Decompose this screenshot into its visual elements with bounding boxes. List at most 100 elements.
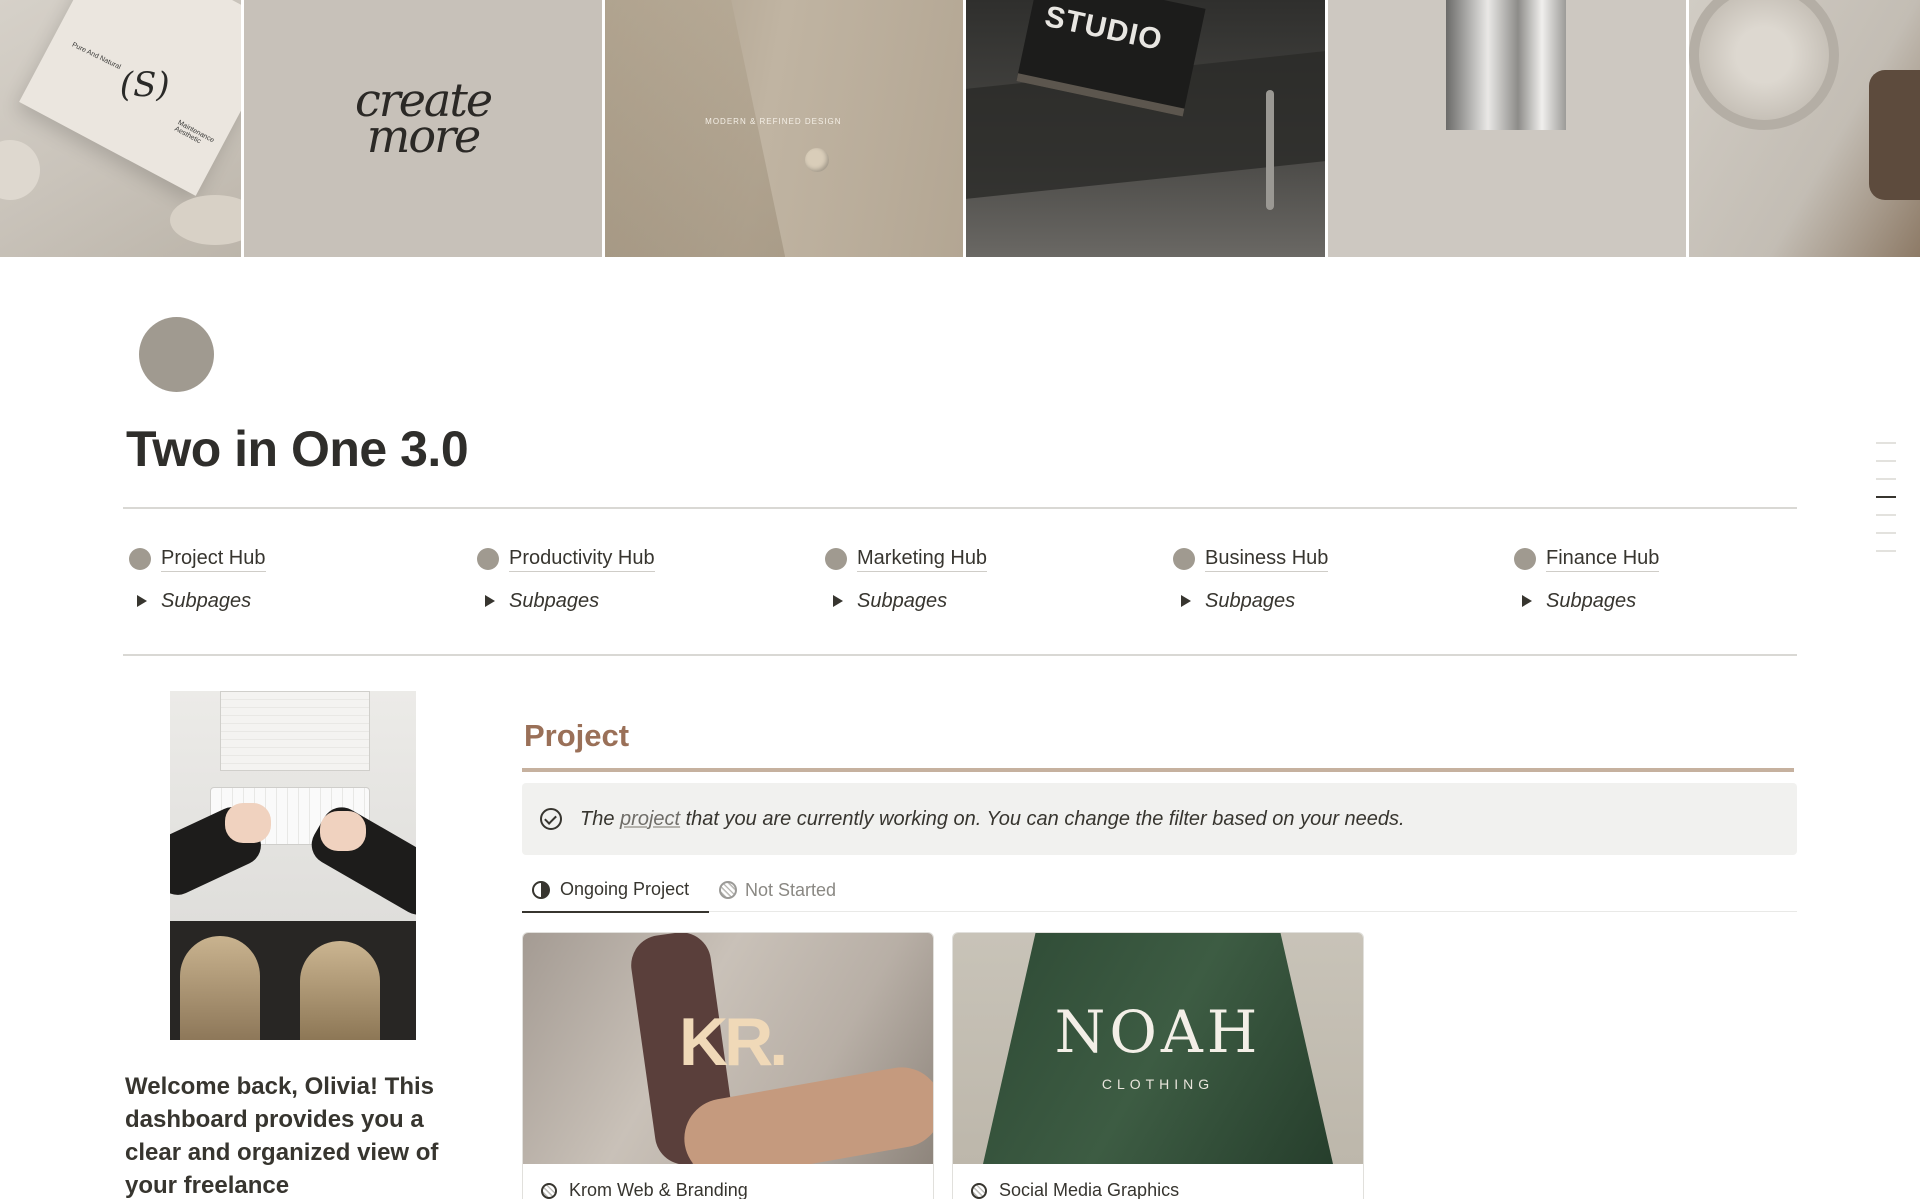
callout-text: The project that you are currently worki… <box>580 808 1405 831</box>
cover-business-card: Pure And Natural (S) Maintenance Aesthet… <box>19 0 241 196</box>
hub-link-productivity[interactable]: Productivity Hub <box>477 544 655 574</box>
toggle-triangle-icon[interactable] <box>485 595 495 607</box>
hub-finance: Finance Hub Subpages <box>1514 544 1660 616</box>
card-cover-logo: NOAH <box>1054 998 1262 1066</box>
cover-blazer-lapel <box>605 0 786 257</box>
page-title[interactable]: Two in One 3.0 <box>126 420 469 478</box>
subpages-label: Subpages <box>857 589 948 612</box>
toc-line[interactable] <box>1876 532 1896 534</box>
project-heading-rule <box>522 768 1794 772</box>
cover-card-text-left: Pure And Natural <box>70 41 122 72</box>
card-title: Krom Web & Branding <box>541 1180 748 1199</box>
subpages-toggle[interactable]: Subpages <box>1514 586 1659 616</box>
toggle-triangle-icon[interactable] <box>1181 595 1191 607</box>
subpages-toggle[interactable]: Subpages <box>825 586 987 616</box>
hub-icon <box>477 548 499 570</box>
photo-notebook <box>220 691 370 771</box>
hub-label[interactable]: Marketing Hub <box>857 546 988 572</box>
cover-tile-curtain <box>1327 0 1687 257</box>
toggle-triangle-icon[interactable] <box>137 595 147 607</box>
hub-label[interactable]: Business Hub <box>1205 546 1329 572</box>
hub-label[interactable]: Project Hub <box>161 546 266 572</box>
subpages-toggle[interactable]: Subpages <box>477 586 655 616</box>
photo-hand <box>320 811 366 851</box>
divider <box>123 654 1797 656</box>
toggle-triangle-icon[interactable] <box>1522 595 1532 607</box>
subpages-label: Subpages <box>161 589 252 612</box>
hub-productivity: Productivity Hub Subpages <box>477 544 655 616</box>
cover-tile-studio-book: STUDIO <box>966 0 1325 257</box>
card-cover-image: KR. <box>523 933 933 1164</box>
half-circle-icon <box>532 880 550 899</box>
toggle-triangle-icon[interactable] <box>833 595 843 607</box>
cover-stone <box>0 140 40 200</box>
cover-tile-glass <box>1689 0 1920 257</box>
table-of-contents-indicator[interactable] <box>1876 442 1896 568</box>
project-link[interactable]: project <box>620 808 680 830</box>
page-icon[interactable] <box>139 317 214 392</box>
subpages-toggle[interactable]: Subpages <box>1173 586 1328 616</box>
hub-label[interactable]: Productivity Hub <box>509 546 655 572</box>
hub-icon <box>1514 548 1536 570</box>
subpages-label: Subpages <box>1205 589 1296 612</box>
toc-line[interactable] <box>1876 514 1896 516</box>
card-title-text: Krom Web & Branding <box>569 1180 748 1199</box>
hub-marketing: Marketing Hub Subpages <box>825 544 988 616</box>
project-view-tabs: Ongoing Project Not Started <box>522 868 1797 913</box>
subpages-toggle[interactable]: Subpages <box>129 586 266 616</box>
project-card[interactable]: NOAH CLOTHING Social Media Graphics <box>952 932 1364 1199</box>
toc-line-active[interactable] <box>1876 496 1896 498</box>
callout-text-end: that you are currently working on. You c… <box>680 807 1405 830</box>
toc-line[interactable] <box>1876 442 1896 444</box>
hub-icon <box>129 548 151 570</box>
cover-text-line-2: more <box>366 109 482 163</box>
hatched-circle-icon <box>971 1182 987 1199</box>
subpages-label: Subpages <box>509 589 600 612</box>
cover-glass <box>1689 0 1840 130</box>
cover-curtain <box>1445 0 1566 130</box>
project-card[interactable]: KR. Krom Web & Branding <box>522 932 934 1199</box>
cover-tile-cards: Pure And Natural (S) Maintenance Aesthet… <box>0 0 241 257</box>
project-heading: Project <box>524 718 630 753</box>
tab-not-started[interactable]: Not Started <box>719 868 836 912</box>
cover-card-monogram: (S) <box>119 64 170 105</box>
hub-project: Project Hub Subpages <box>129 544 266 616</box>
hub-link-finance[interactable]: Finance Hub <box>1514 544 1660 574</box>
card-cover-logo: KR. <box>679 1004 788 1080</box>
card-title: Social Media Graphics <box>971 1180 1179 1199</box>
project-callout: The project that you are currently worki… <box>522 783 1797 855</box>
hub-link-marketing[interactable]: Marketing Hub <box>825 544 988 574</box>
cover-stone <box>170 195 241 245</box>
tab-label: Ongoing Project <box>560 879 690 899</box>
cover-tile-blazer: MODERN & REFINED DESIGN <box>605 0 964 257</box>
cover-jar <box>1869 70 1920 200</box>
toc-line[interactable] <box>1876 478 1896 480</box>
hub-icon <box>1173 548 1195 570</box>
toc-line[interactable] <box>1876 550 1896 552</box>
check-circle-icon <box>540 808 562 830</box>
cover-table-leg <box>1266 90 1275 210</box>
photo-person <box>300 941 380 1040</box>
tab-label: Not Started <box>745 879 837 900</box>
hub-business: Business Hub Subpages <box>1173 544 1329 616</box>
hub-icon <box>825 548 847 570</box>
card-cover-logo-sub: CLOTHING <box>1101 1076 1215 1092</box>
hub-label[interactable]: Finance Hub <box>1546 546 1660 572</box>
photo-person <box>180 936 260 1040</box>
hatched-circle-icon <box>719 881 737 899</box>
hub-link-business[interactable]: Business Hub <box>1173 544 1329 574</box>
page-cover[interactable]: Pure And Natural (S) Maintenance Aesthet… <box>0 0 1920 257</box>
card-title-text: Social Media Graphics <box>999 1180 1180 1199</box>
cover-blazer-button <box>805 148 830 172</box>
toc-line[interactable] <box>1876 460 1896 462</box>
cover-blazer-text: MODERN & REFINED DESIGN <box>705 117 842 126</box>
workspace-photo <box>170 691 416 1040</box>
cover-create-more-text: create more <box>244 77 602 163</box>
callout-text-start: The <box>580 807 621 830</box>
welcome-message: Welcome back, Olivia! This dashboard pro… <box>125 1073 439 1199</box>
cover-card-text-right: Maintenance Aesthetic <box>173 119 216 146</box>
subpages-label: Subpages <box>1546 589 1637 612</box>
tab-ongoing-project[interactable]: Ongoing Project <box>522 868 709 913</box>
hub-link-project[interactable]: Project Hub <box>129 544 266 574</box>
cover-tile-create-more: create more <box>243 0 603 257</box>
